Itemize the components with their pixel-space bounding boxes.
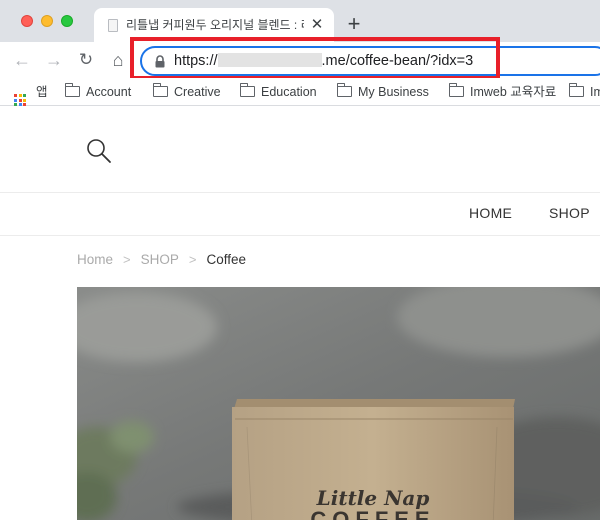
- bookmark-apps[interactable]: 앱: [14, 84, 48, 106]
- bag-label-text: COFFEE: [310, 507, 435, 520]
- folder-icon: [152, 83, 168, 97]
- folder-icon: [239, 83, 255, 97]
- bookmark-label: Im: [590, 85, 600, 99]
- web-page: HOME SHOP Home > SHOP > Coffee Little Na…: [0, 107, 600, 520]
- nav-divider: [0, 235, 600, 236]
- nav-item-home[interactable]: HOME: [469, 205, 512, 221]
- folder-icon: [64, 83, 80, 97]
- tab-title: 리틀냅 커피원두 오리지널 블렌드 : 리틀냅 커피: [126, 18, 304, 32]
- url-text: https:// .me/coffee-bean/?idx=3: [174, 53, 473, 70]
- minimize-window-button[interactable]: [41, 15, 53, 27]
- new-tab-button[interactable]: +: [342, 12, 366, 36]
- nav-item-shop[interactable]: SHOP: [549, 205, 590, 221]
- bookmark-my-business[interactable]: My Business: [336, 83, 429, 100]
- bookmark-imweb[interactable]: Imweb 교육자료: [448, 83, 557, 100]
- close-window-button[interactable]: [21, 15, 33, 27]
- maximize-window-button[interactable]: [61, 15, 73, 27]
- bookmarks-bar: 앱 Account Creative Education My Business…: [0, 78, 600, 106]
- breadcrumb-separator: >: [123, 252, 131, 267]
- site-nav-menu: HOME SHOP: [0, 193, 600, 235]
- lock-icon: [155, 55, 165, 68]
- browser-tab-strip: 리틀냅 커피원두 오리지널 블렌드 : 리틀냅 커피 ✕ +: [0, 0, 600, 42]
- bookmark-label: Account: [86, 85, 132, 99]
- breadcrumb: Home > SHOP > Coffee: [77, 252, 246, 267]
- bookmark-label: Imweb 교육자료: [470, 85, 557, 99]
- forward-button[interactable]: →: [42, 48, 66, 72]
- home-button[interactable]: ⌂: [106, 48, 130, 72]
- bookmark-creative[interactable]: Creative: [152, 83, 221, 100]
- search-icon[interactable]: [86, 138, 112, 164]
- bookmark-label: My Business: [358, 85, 429, 99]
- browser-tab[interactable]: 리틀냅 커피원두 오리지널 블렌드 : 리틀냅 커피 ✕: [94, 8, 334, 42]
- breadcrumb-current: Coffee: [206, 252, 246, 267]
- product-image[interactable]: Little Nap COFFEE: [77, 287, 600, 520]
- back-button[interactable]: ←: [10, 48, 34, 72]
- folder-icon: [568, 83, 584, 97]
- address-bar[interactable]: https:// .me/coffee-bean/?idx=3: [140, 46, 600, 76]
- bookmark-label: Education: [261, 85, 317, 99]
- folder-icon: [336, 83, 352, 97]
- url-suffix: .me/coffee-bean/?idx=3: [321, 53, 474, 69]
- folder-icon: [448, 83, 464, 97]
- reload-button[interactable]: ↻: [74, 48, 98, 72]
- bookmark-account[interactable]: Account: [64, 83, 132, 100]
- breadcrumb-separator: >: [188, 252, 197, 267]
- bookmark-education[interactable]: Education: [239, 83, 317, 100]
- breadcrumb-shop[interactable]: SHOP: [141, 252, 179, 267]
- bookmark-label: Creative: [174, 85, 221, 99]
- apps-grid-icon: [14, 94, 26, 106]
- bookmark-label: 앱: [36, 85, 48, 99]
- redacted-domain: [217, 53, 322, 67]
- breadcrumb-home[interactable]: Home: [77, 252, 113, 267]
- bookmark-overflow[interactable]: Im: [568, 83, 600, 100]
- browser-toolbar: ← → ↻ ⌂ https:// .me/coffee-bean/?idx=3: [0, 42, 600, 78]
- tab-close-button[interactable]: ✕: [308, 16, 326, 34]
- product-photo: Little Nap COFFEE: [77, 287, 600, 520]
- page-favicon-icon: [108, 19, 118, 32]
- url-prefix: https://: [174, 53, 218, 69]
